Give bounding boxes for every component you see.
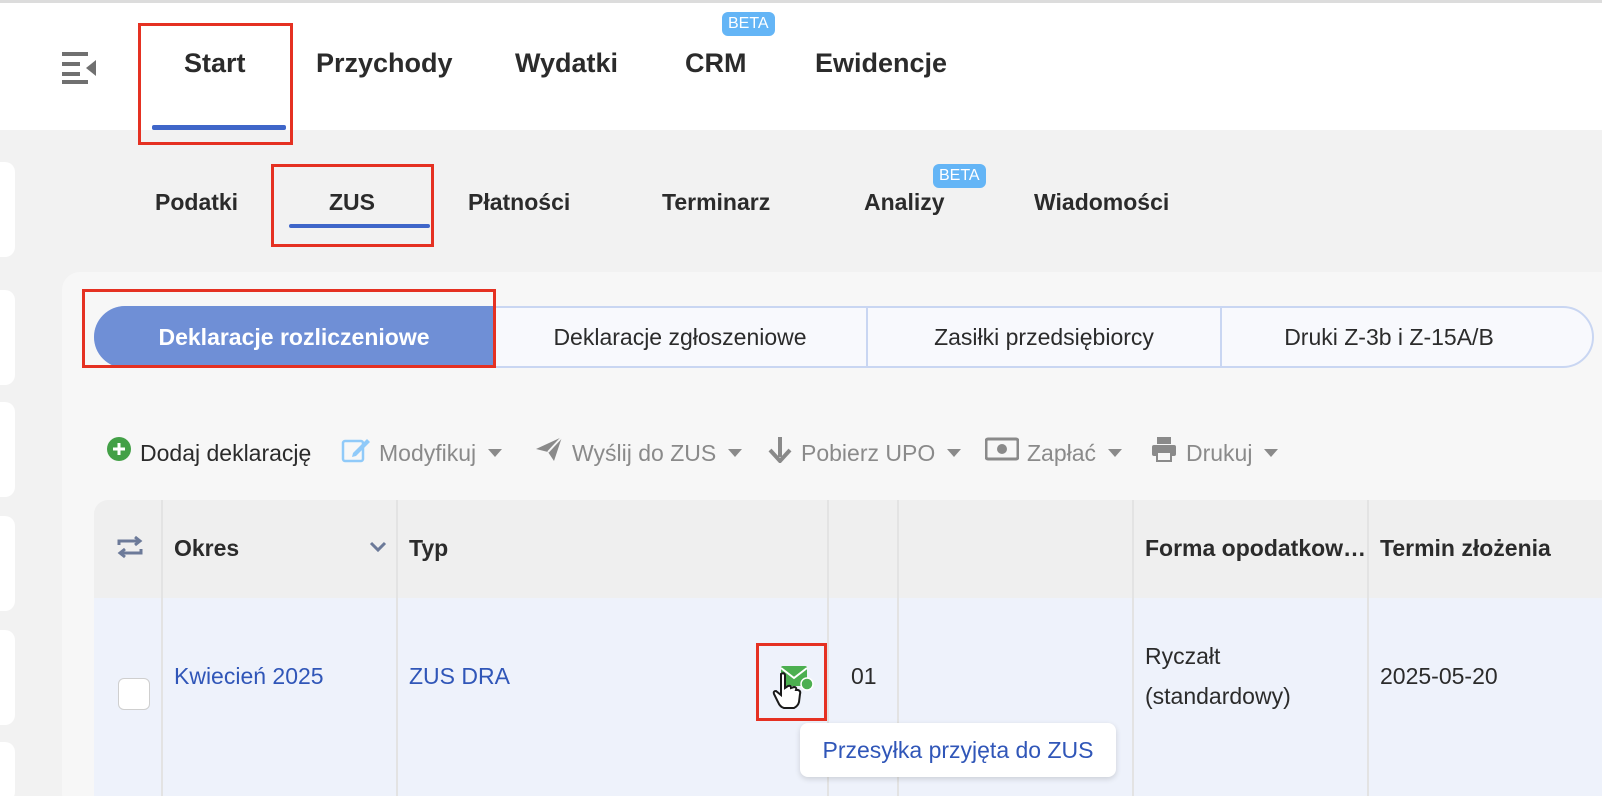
side-card bbox=[0, 162, 15, 257]
column-header-tax-form[interactable]: Forma opodatkow… bbox=[1145, 535, 1366, 562]
column-header-deadline[interactable]: Termin złożenia bbox=[1380, 535, 1551, 562]
print-button[interactable]: Drukuj bbox=[1150, 435, 1279, 472]
modify-button[interactable]: Modyfikuj bbox=[341, 435, 503, 472]
sort-chevron-down-icon[interactable] bbox=[368, 540, 388, 559]
tax-form-line2: (standardowy) bbox=[1145, 683, 1291, 709]
tax-form-line1: Ryczałt bbox=[1145, 643, 1221, 669]
segment-zasilki-przedsiebiorcy[interactable]: Zasiłki przedsiębiorcy bbox=[868, 306, 1220, 368]
segment-deklaracje-zgloszeniowe[interactable]: Deklaracje zgłoszeniowe bbox=[494, 306, 866, 368]
send-to-zus-label: Wyślij do ZUS bbox=[572, 440, 717, 466]
chevron-down-icon bbox=[488, 449, 503, 457]
highlight-start-tab bbox=[138, 23, 293, 145]
download-upo-button[interactable]: Pobierz UPO bbox=[767, 435, 962, 472]
chevron-down-icon bbox=[728, 449, 743, 457]
modify-label: Modyfikuj bbox=[379, 440, 477, 466]
column-divider bbox=[1367, 500, 1369, 796]
topnav-ewidencje[interactable]: Ewidencje bbox=[815, 48, 947, 88]
row-checkbox[interactable] bbox=[118, 678, 150, 710]
paper-plane-icon bbox=[534, 435, 564, 472]
download-upo-label: Pobierz UPO bbox=[801, 440, 936, 466]
subnav-analizy[interactable]: Analizy bbox=[864, 189, 945, 216]
column-header-period[interactable]: Okres bbox=[174, 535, 239, 562]
subnav-wiadomosci[interactable]: Wiadomości bbox=[1034, 189, 1169, 216]
topnav-wydatki[interactable]: Wydatki bbox=[515, 48, 618, 88]
refresh-icon[interactable] bbox=[115, 535, 145, 564]
arrow-down-icon bbox=[767, 435, 793, 472]
chevron-down-icon bbox=[1108, 449, 1123, 457]
segment-druki-z3b[interactable]: Druki Z-3b i Z-15A/B bbox=[1222, 306, 1556, 368]
pay-button[interactable]: Zapłać bbox=[984, 436, 1123, 470]
add-declaration-button[interactable]: Dodaj deklarację bbox=[106, 436, 311, 470]
row-number: 01 bbox=[851, 663, 877, 689]
send-to-zus-button[interactable]: Wyślij do ZUS bbox=[534, 435, 743, 472]
collapse-menu-icon[interactable] bbox=[62, 48, 98, 84]
column-divider bbox=[1132, 500, 1134, 796]
edit-icon bbox=[341, 435, 371, 472]
subnav-terminarz[interactable]: Terminarz bbox=[662, 189, 770, 216]
topnav-przychody[interactable]: Przychody bbox=[316, 48, 453, 88]
subnav-platnosci[interactable]: Płatności bbox=[468, 189, 570, 216]
highlight-zus-tab bbox=[271, 164, 434, 247]
highlight-deklaracje-segment bbox=[82, 289, 496, 368]
side-card bbox=[0, 290, 15, 385]
type-link[interactable]: ZUS DRA bbox=[409, 663, 510, 690]
plus-circle-icon bbox=[106, 436, 132, 471]
money-icon bbox=[984, 436, 1020, 470]
side-card bbox=[0, 742, 15, 796]
column-divider bbox=[161, 500, 163, 796]
crm-beta-badge: BETA bbox=[722, 12, 775, 36]
column-header-type[interactable]: Typ bbox=[409, 535, 448, 562]
chevron-down-icon bbox=[1264, 449, 1279, 457]
side-card bbox=[0, 402, 15, 497]
add-declaration-label: Dodaj deklarację bbox=[140, 440, 312, 466]
print-label: Drukuj bbox=[1186, 440, 1253, 466]
chevron-down-icon bbox=[947, 449, 962, 457]
period-link[interactable]: Kwiecień 2025 bbox=[174, 663, 324, 690]
status-tooltip: Przesyłka przyjęta do ZUS bbox=[800, 723, 1116, 777]
topnav-crm[interactable]: CRM bbox=[685, 48, 747, 88]
side-card bbox=[0, 516, 15, 611]
subnav-podatki[interactable]: Podatki bbox=[155, 189, 238, 216]
table-header bbox=[94, 500, 1602, 598]
deadline-value: 2025-05-20 bbox=[1380, 663, 1498, 689]
printer-icon bbox=[1150, 435, 1178, 472]
highlight-status-icon bbox=[756, 643, 827, 721]
column-divider bbox=[396, 500, 398, 796]
analizy-beta-badge: BETA bbox=[933, 164, 986, 188]
side-card bbox=[0, 630, 15, 725]
pay-label: Zapłać bbox=[1027, 440, 1097, 466]
